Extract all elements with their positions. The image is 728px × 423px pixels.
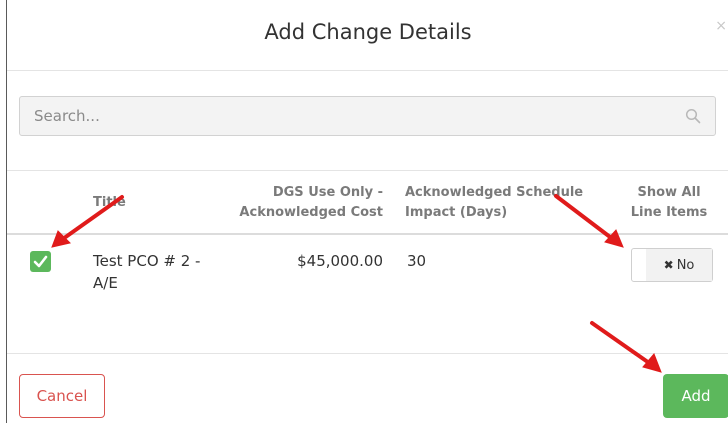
table-header-divider bbox=[7, 233, 728, 235]
footer-divider bbox=[7, 353, 728, 354]
search-box bbox=[19, 96, 716, 136]
row-select-checkbox[interactable] bbox=[30, 251, 51, 272]
table-top-divider bbox=[7, 170, 728, 171]
cancel-button[interactable]: Cancel bbox=[19, 374, 105, 418]
toggle-handle[interactable] bbox=[632, 249, 647, 281]
row-title: Test PCO # 2 - A/E bbox=[93, 252, 201, 292]
add-change-details-modal: Add Change Details × Title DGS Use Only … bbox=[6, 0, 728, 423]
close-icon[interactable]: × bbox=[715, 18, 727, 34]
row-acknowledged-cost: $45,000.00 bbox=[297, 252, 383, 270]
toggle-state: ✖ No bbox=[646, 249, 712, 281]
modal-title: Add Change Details bbox=[264, 20, 472, 44]
search-input[interactable] bbox=[20, 97, 670, 135]
row-schedule-impact: 30 bbox=[407, 252, 427, 270]
show-all-line-items-toggle[interactable]: ✖ No bbox=[631, 248, 713, 282]
column-header-schedule-impact[interactable]: Acknowledged Schedule Impact (Days) bbox=[405, 183, 605, 223]
modal-header: Add Change Details × bbox=[7, 0, 728, 71]
column-header-cost[interactable]: DGS Use Only - Acknowledged Cost bbox=[203, 183, 383, 223]
checkmark-icon bbox=[33, 255, 48, 268]
toggle-state-label: No bbox=[676, 258, 695, 273]
add-button[interactable]: Add bbox=[663, 374, 728, 418]
close-icon: ✖ bbox=[663, 258, 674, 272]
column-header-show-all-line-items: Show All Line Items bbox=[630, 185, 708, 220]
search-icon[interactable] bbox=[685, 108, 701, 124]
column-header-title[interactable]: Title bbox=[93, 193, 126, 213]
